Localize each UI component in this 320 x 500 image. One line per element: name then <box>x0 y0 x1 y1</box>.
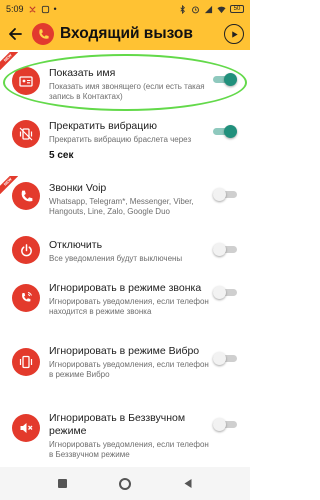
system-nav-bar <box>0 467 250 500</box>
setting-title: Игнорировать в режиме Вибро <box>49 345 200 357</box>
back-button[interactable] <box>0 18 30 50</box>
setting-row-voip-calls[interactable]: NEW Звонки Voip Whatsapp, Telegram*, Mes… <box>0 176 250 234</box>
setting-row-ignore-vibrate[interactable]: Игнорировать в режиме Вибро Игнорировать… <box>0 340 250 406</box>
mute-icon <box>12 414 40 442</box>
setting-title: Игнорировать в Беззвучном режиме <box>49 412 186 437</box>
signal-icon <box>204 5 213 13</box>
contact-card-icon <box>12 67 40 95</box>
toggle-ignore-in-call[interactable] <box>213 286 237 299</box>
setting-title: Звонки Voip <box>49 182 107 194</box>
app-logo <box>32 23 54 45</box>
toggle-voip-calls[interactable] <box>213 188 237 201</box>
setting-row-ignore-in-call[interactable]: Игнорировать в режиме звонка Игнорироват… <box>0 276 250 340</box>
status-time: 5:09 <box>6 4 24 14</box>
phone-icon <box>12 182 40 210</box>
setting-subtitle: Прекратить вибрацию браслета через <box>49 135 192 144</box>
setting-subtitle: Игнорировать уведомления, если телефон в… <box>49 360 209 379</box>
arrow-left-icon <box>9 28 22 40</box>
setting-row-stop-vibration[interactable]: Прекратить вибрацию Прекратить вибрацию … <box>0 112 250 166</box>
setting-title: Игнорировать в режиме звонка <box>49 282 202 294</box>
back-nav-button[interactable] <box>183 478 193 489</box>
toggle-ignore-vibrate[interactable] <box>213 352 237 365</box>
bluetooth-icon <box>180 4 185 14</box>
setting-row-ignore-silent[interactable]: Игнорировать в Беззвучном режиме Игнорир… <box>0 406 250 468</box>
toggle-stop-vibration[interactable] <box>213 125 237 138</box>
alarm-icon <box>192 6 199 13</box>
toggle-disable[interactable] <box>213 243 237 256</box>
vibration-off-icon <box>12 120 40 148</box>
setting-row-disable[interactable]: Отключить Все уведомления будут выключен… <box>0 234 250 276</box>
toggle-ignore-silent[interactable] <box>213 418 237 431</box>
play-icon <box>231 30 238 38</box>
vibrate-phone-icon <box>12 348 40 376</box>
setting-title: Прекратить вибрацию <box>49 120 158 132</box>
setting-title: Отключить <box>49 239 103 251</box>
setting-subtitle: Все уведомления будут выключены <box>49 254 183 263</box>
setting-row-show-name[interactable]: NEW Показать имя Показать имя звонящего … <box>0 52 250 112</box>
toolbar: Входящий вызов <box>0 18 250 50</box>
setting-subtitle: Показать имя звонящего (если есть такая … <box>49 82 205 101</box>
battery-icon: 50 <box>230 5 244 13</box>
recents-button[interactable] <box>57 479 67 488</box>
setting-subtitle: Игнорировать уведомления, если телефон н… <box>49 297 209 316</box>
play-button[interactable] <box>224 24 244 44</box>
missed-call-icon <box>28 5 36 13</box>
setting-subtitle: Whatsapp, Telegram*, Messenger, Viber, H… <box>49 197 194 216</box>
more-notifications-icon: • <box>53 4 57 14</box>
app-notification-icon <box>41 5 49 13</box>
ringing-phone-icon <box>12 284 40 312</box>
wifi-icon <box>217 6 226 13</box>
home-button[interactable] <box>118 477 131 490</box>
battery-level: 50 <box>233 6 241 12</box>
status-bar: 5:09 • 50 <box>0 0 250 18</box>
page-title: Входящий вызов <box>60 25 193 42</box>
new-badge: NEW <box>0 52 18 70</box>
power-icon <box>12 236 40 264</box>
toggle-show-name[interactable] <box>213 73 237 86</box>
phone-logo-icon <box>38 28 49 39</box>
vibration-duration[interactable]: 5 сек <box>49 150 212 161</box>
setting-subtitle: Игнорировать уведомления, если телефон в… <box>49 440 209 459</box>
setting-title: Показать имя <box>49 67 116 79</box>
